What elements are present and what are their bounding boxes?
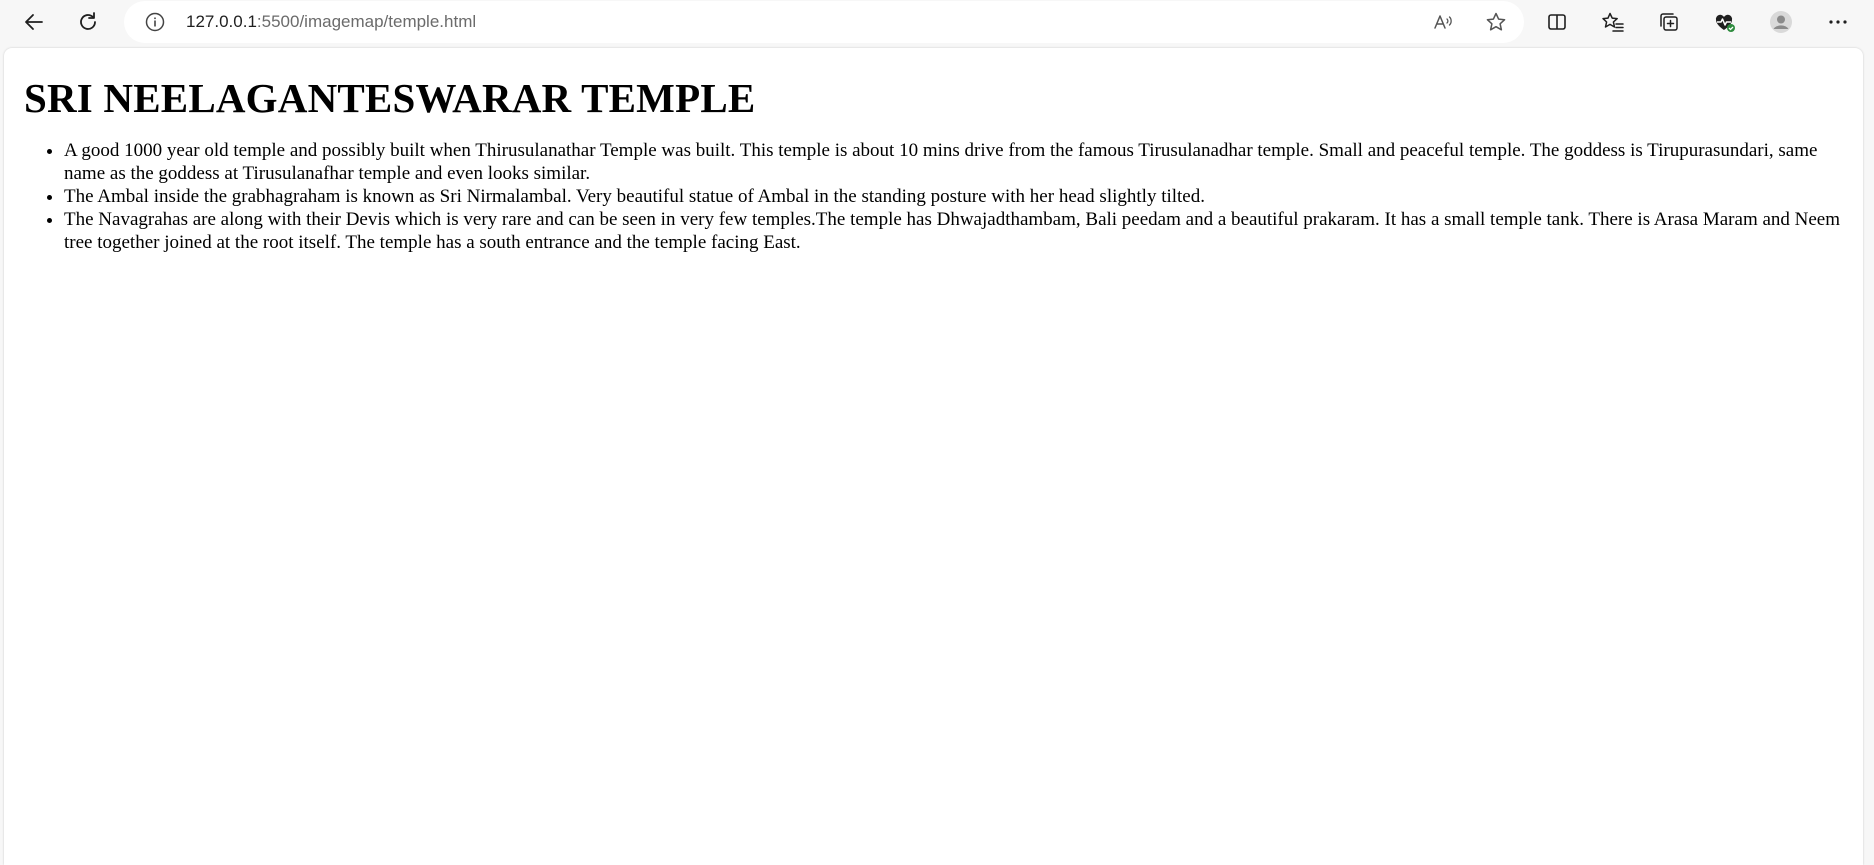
read-aloud-icon xyxy=(1434,15,1452,29)
favorites-button[interactable] xyxy=(1595,4,1631,40)
page-viewport: SRI NEELAGANTESWARAR TEMPLE A good 1000 … xyxy=(4,48,1863,865)
more-button[interactable] xyxy=(1820,4,1856,40)
url-host: 127.0.0.1 xyxy=(186,12,257,31)
info-icon[interactable] xyxy=(144,11,166,33)
read-aloud-button[interactable] xyxy=(1429,8,1457,36)
star-icon xyxy=(1486,12,1506,31)
collections-button[interactable] xyxy=(1651,4,1687,40)
browser-essentials-button[interactable] xyxy=(1706,4,1742,40)
browser-toolbar: 127.0.0.1:5500/imagemap/temple.html xyxy=(0,0,1874,44)
collections-icon xyxy=(1660,13,1678,31)
page-content: SRI NEELAGANTESWARAR TEMPLE A good 1000 … xyxy=(4,75,1863,254)
url-path: :5500/imagemap/temple.html xyxy=(256,12,477,31)
page-title: SRI NEELAGANTESWARAR TEMPLE xyxy=(24,75,756,121)
profile-button[interactable] xyxy=(1763,4,1799,40)
more-icon xyxy=(1829,20,1847,24)
split-screen-icon xyxy=(1548,14,1566,30)
list-item: The Navagrahas are along with their Devi… xyxy=(64,208,1853,254)
url-text[interactable]: 127.0.0.1:5500/imagemap/temple.html xyxy=(186,12,476,32)
refresh-button[interactable] xyxy=(70,4,106,40)
address-bar[interactable]: 127.0.0.1:5500/imagemap/temple.html xyxy=(124,1,1524,43)
list-item: A good 1000 year old temple and possibly… xyxy=(64,139,1853,185)
back-arrow-icon xyxy=(25,14,43,30)
list-item: The Ambal inside the grabhagraham is kno… xyxy=(64,185,1853,208)
profile-icon xyxy=(1770,11,1792,33)
browser-essentials-icon xyxy=(1715,14,1735,32)
back-button[interactable] xyxy=(16,4,52,40)
temple-facts-list: A good 1000 year old temple and possibly… xyxy=(14,139,1853,254)
split-screen-button[interactable] xyxy=(1539,4,1575,40)
refresh-icon xyxy=(80,12,96,30)
favorites-list-icon xyxy=(1602,12,1624,32)
add-favorite-button[interactable] xyxy=(1482,8,1510,36)
